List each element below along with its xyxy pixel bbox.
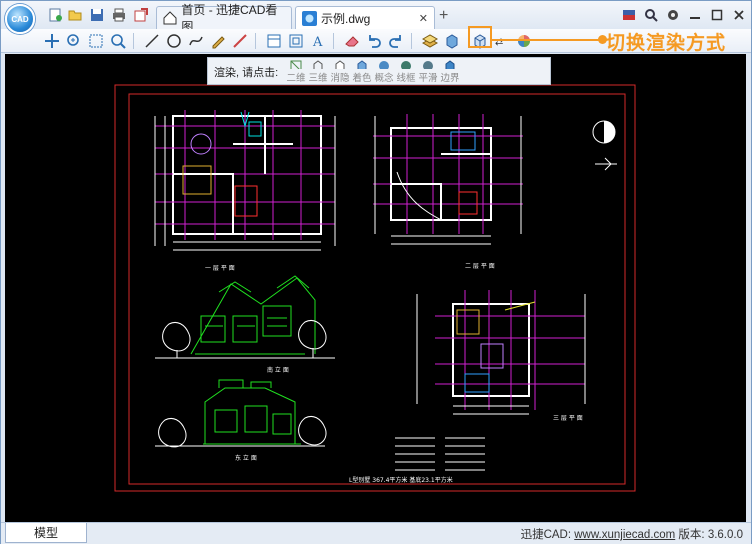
layout-icon[interactable] — [265, 32, 282, 49]
dwg-file-icon — [302, 10, 317, 26]
render-mode-hidden[interactable]: 消隐 — [328, 60, 352, 84]
hidden-icon — [335, 60, 345, 69]
side-elevation-title: 东 立 面 — [235, 454, 257, 462]
wireframe-icon — [401, 61, 411, 69]
curve-icon[interactable] — [187, 32, 204, 49]
svg-text:A: A — [312, 35, 323, 49]
text-icon[interactable]: A — [309, 32, 326, 49]
tree-left-front — [162, 321, 191, 358]
flag-icon[interactable] — [621, 7, 637, 23]
render-mode-edges[interactable]: 边界 — [438, 60, 462, 84]
new-tab-button[interactable]: + — [439, 7, 448, 25]
website-link[interactable]: www.xunjiecad.com — [574, 529, 675, 541]
render-mode-smooth[interactable]: 平滑 — [416, 60, 440, 84]
render-popup-label: 渲染, 请点击: — [214, 67, 279, 79]
title-bar: CAD 首页 - 迅捷CAD看图 示例.dwg ✕ + — [1, 1, 751, 34]
zoom-window-icon[interactable] — [87, 32, 104, 49]
3d-wireframe-icon — [313, 60, 323, 69]
open-file-icon[interactable] — [67, 7, 83, 23]
pencil-icon[interactable] — [209, 32, 226, 49]
floor-plan-2 — [373, 114, 523, 245]
toolbar-divider — [255, 33, 256, 49]
toolbar-divider — [333, 33, 334, 49]
floor3-title: 三 层 平 面 — [553, 415, 583, 422]
floor2-title: 二 层 平 面 — [465, 263, 495, 270]
tab-example-dwg[interactable]: 示例.dwg ✕ — [295, 6, 435, 29]
frame-icon[interactable] — [287, 32, 304, 49]
new-file-icon[interactable] — [47, 7, 63, 23]
render-mode-popup: 渲染, 请点击: 二维 三维 消隐 着色 概念 线框 平滑 边界 — [207, 57, 551, 85]
floor-plan-3 — [416, 290, 586, 415]
pan-icon[interactable] — [43, 32, 60, 49]
3d-box-icon[interactable] — [443, 32, 460, 49]
shaded-icon — [357, 60, 367, 69]
home-icon — [163, 11, 177, 26]
maximize-icon[interactable] — [709, 7, 725, 23]
callout-arrow — [492, 39, 602, 41]
render-mode-wireframe[interactable]: 线框 — [394, 60, 418, 84]
zoom-extents-icon[interactable] — [109, 32, 126, 49]
area-note: L型别墅 367.4平方米 基底23.1平方米 — [349, 476, 453, 484]
close-window-icon[interactable] — [731, 7, 747, 23]
drawing-canvas[interactable]: 一 层 平 面 二 层 平 面 三 层 平 面 南 立 面 东 立 面 L型别墅… — [5, 54, 746, 522]
conceptual-icon — [379, 61, 389, 69]
export-icon[interactable] — [133, 7, 149, 23]
render-mode-shaded[interactable]: 着色 — [350, 60, 374, 84]
front-elevation-title: 南 立 面 — [267, 366, 289, 374]
sheet-inner-border — [128, 93, 626, 485]
render-mode-2d[interactable]: 二维 — [284, 60, 308, 84]
smooth-icon — [423, 61, 433, 69]
tab-close-icon[interactable]: ✕ — [419, 12, 428, 25]
zoom-in-icon[interactable] — [65, 32, 82, 49]
line-icon[interactable] — [143, 32, 160, 49]
toolbar-divider — [133, 33, 134, 49]
toolbar-divider — [411, 33, 412, 49]
render-mode-3d[interactable]: 三维 — [306, 60, 330, 84]
north-arrow — [592, 120, 617, 171]
area-table — [395, 437, 485, 471]
tree-right-front — [298, 319, 327, 358]
edges-icon — [445, 60, 455, 69]
redo-icon[interactable] — [387, 32, 404, 49]
measure-icon[interactable] — [231, 32, 248, 49]
2d-wireframe-icon — [290, 60, 302, 69]
circle-icon[interactable] — [165, 32, 182, 49]
app-logo[interactable]: CAD — [5, 4, 35, 34]
render-button-highlight — [468, 26, 492, 48]
front-elevation — [155, 275, 335, 359]
layers-icon[interactable] — [421, 32, 438, 49]
minimize-icon[interactable] — [687, 7, 703, 23]
save-icon[interactable] — [89, 7, 105, 23]
eraser-icon[interactable] — [343, 32, 360, 49]
app-window: CAD 首页 - 迅捷CAD看图 示例.dwg ✕ + A ⇄ 切换渲染方式 渲… — [0, 0, 752, 544]
cad-drawing: 一 层 平 面 二 层 平 面 三 层 平 面 南 立 面 东 立 面 L型别墅… — [114, 84, 636, 492]
tree-right-side — [298, 415, 327, 446]
render-mode-conceptual[interactable]: 概念 — [372, 60, 396, 84]
floor-plan-1 — [154, 110, 336, 251]
gear-icon[interactable] — [665, 7, 681, 23]
floor1-title: 一 层 平 面 — [205, 265, 235, 272]
tab-home[interactable]: 首页 - 迅捷CAD看图 — [156, 3, 292, 34]
status-bar: 模型 迅捷CAD: www.xunjiecad.com 版本: 3.6.0.0 — [1, 522, 751, 544]
status-info: 迅捷CAD: www.xunjiecad.com 版本: 3.6.0.0 — [520, 529, 743, 541]
render-callout-text: 切换渲染方式 — [606, 32, 727, 54]
zoom-icon[interactable] — [643, 7, 659, 23]
tree-left-side — [158, 417, 187, 448]
undo-icon[interactable] — [365, 32, 382, 49]
model-tab[interactable]: 模型 — [5, 523, 87, 543]
print-icon[interactable] — [111, 7, 127, 23]
